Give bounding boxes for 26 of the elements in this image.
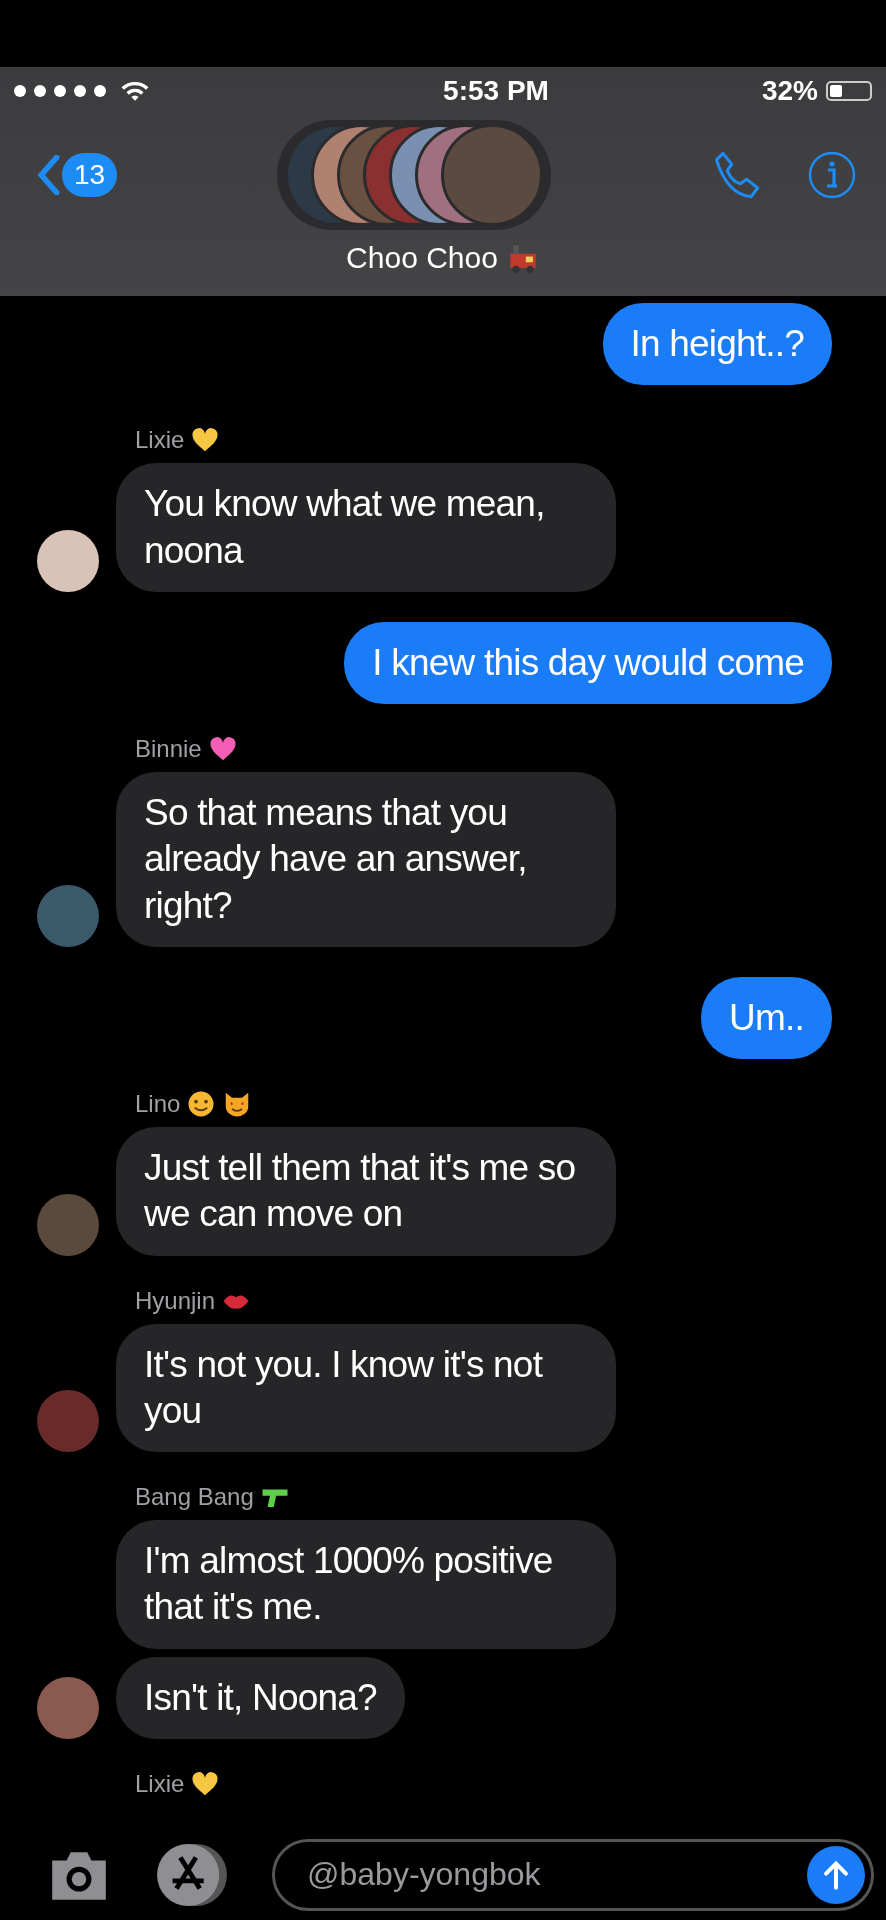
chevron-left-icon [38,155,60,195]
received-message: I'm almost 1000% positive that it's me. [116,1520,616,1649]
status-time: 5:53 PM [443,75,549,107]
sender-name: Lino [135,1090,181,1118]
sender-name: Binnie [135,735,202,763]
message-input-field[interactable]: @baby-yongbok [305,1855,807,1894]
received-message: So that means that you already have an answer, right? [116,772,616,947]
conversation-title: Choo Choo [346,241,498,275]
sender-name: Lixie [135,426,185,455]
battery-percent: 32% [761,75,818,107]
sent-message: I knew this day would come [344,621,832,704]
received-message: Just tell them that it's me so we can move on [116,1127,616,1256]
sent-message: In height..? [602,303,832,386]
unread-count: 13 [62,153,118,197]
sender-name: Hyunjin [135,1286,216,1315]
signal-icon [14,80,150,102]
received-message: You know what we mean, noona [116,463,616,592]
send-button[interactable] [807,1845,865,1904]
sender-name: Bang Bang [135,1483,254,1511]
sender-name: Lixie [135,1769,185,1798]
sent-message: Um.. [701,976,832,1059]
received-message: It's not you. I know it's not you [116,1323,616,1452]
message-field[interactable]: @baby-yongbok [272,1838,874,1911]
info-icon[interactable] [808,151,856,199]
battery-icon [826,81,872,101]
received-message: Isn't it, Noona? [116,1656,405,1739]
